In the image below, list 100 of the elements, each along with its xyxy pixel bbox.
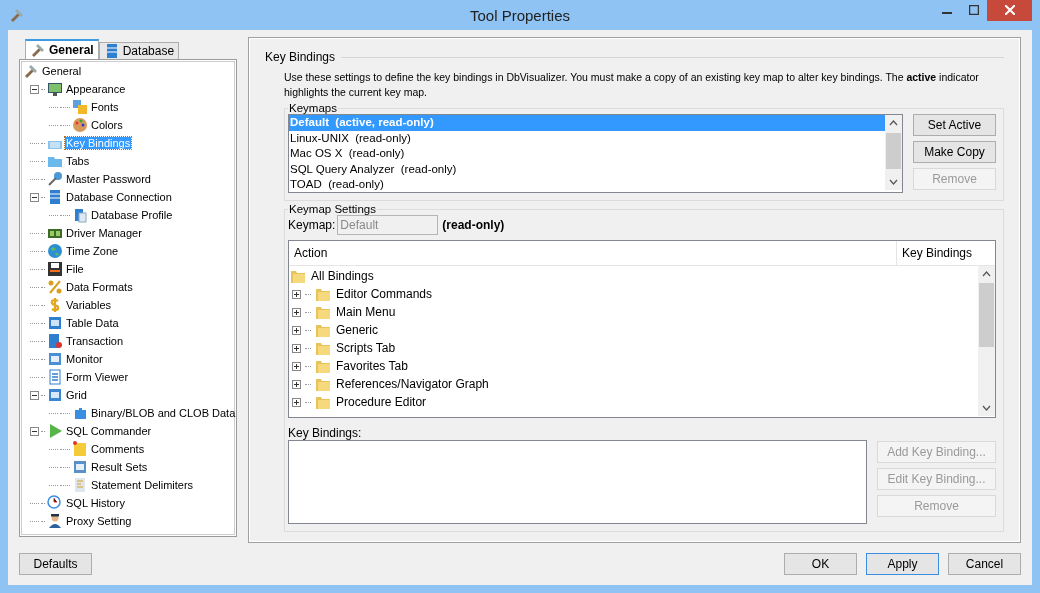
collapse-icon[interactable] xyxy=(30,192,39,202)
list-item[interactable]: Linux-UNIX (read-only) xyxy=(289,130,885,146)
folder-icon xyxy=(315,340,331,356)
list-item[interactable]: TOAD (read-only) xyxy=(289,177,885,192)
tools-icon xyxy=(30,42,46,58)
collapse-icon[interactable] xyxy=(30,390,39,400)
expand-icon[interactable] xyxy=(292,379,301,389)
tab[interactable]: Database xyxy=(98,42,180,59)
tree-item[interactable]: References/Navigator Graph xyxy=(336,377,489,391)
monitor-icon xyxy=(47,81,63,97)
tree-item[interactable]: Grid xyxy=(65,389,88,401)
form-icon xyxy=(47,369,63,385)
tree-item[interactable]: Procedure Editor xyxy=(336,395,427,409)
collapse-icon[interactable] xyxy=(30,426,39,436)
expand-icon[interactable] xyxy=(292,397,301,407)
tree-item[interactable]: All Bindings xyxy=(311,269,374,283)
tree-item[interactable]: Editor Commands xyxy=(336,287,433,301)
expand-icon[interactable] xyxy=(292,325,301,335)
column-header[interactable]: Key Bindings xyxy=(896,241,978,265)
tree-item[interactable]: Main Menu xyxy=(336,305,396,319)
note-icon xyxy=(72,441,88,457)
field-note: (read-only) xyxy=(442,218,505,232)
tools-icon xyxy=(9,7,25,23)
expand-icon[interactable] xyxy=(292,307,301,317)
expand-icon[interactable] xyxy=(292,343,301,353)
database-icon xyxy=(47,333,63,349)
tree-item[interactable]: Generic xyxy=(336,323,379,337)
tree-item[interactable]: Data Formats xyxy=(65,281,134,293)
group-title: Keymap Settings xyxy=(288,203,377,215)
palette-icon xyxy=(72,117,88,133)
tree-item[interactable]: Tabs xyxy=(65,155,91,167)
group-title: Keymaps xyxy=(288,102,338,114)
close-button[interactable] xyxy=(987,0,1032,21)
window-title: Tool Properties xyxy=(469,6,571,24)
scrollbar[interactable] xyxy=(885,115,902,190)
folder-icon xyxy=(290,268,306,284)
dialog-button[interactable]: OK xyxy=(784,553,857,575)
tree-item[interactable]: Proxy Setting xyxy=(65,515,133,527)
column-header[interactable]: Action xyxy=(289,241,896,265)
tree-item[interactable]: Table Data xyxy=(65,317,120,329)
dialog-button[interactable]: Apply xyxy=(866,553,939,575)
folder-icon xyxy=(315,394,331,410)
maximize-icon[interactable] xyxy=(968,5,979,15)
tree-item[interactable]: Master Password xyxy=(65,173,152,185)
play-icon xyxy=(47,423,63,439)
section-title: Key Bindings xyxy=(265,50,336,64)
field-label: Keymap: xyxy=(288,218,336,232)
tree-item[interactable]: Form Viewer xyxy=(65,371,130,383)
tree-item[interactable]: Appearance xyxy=(65,83,127,95)
folder-icon xyxy=(315,304,331,320)
tree-item[interactable]: General xyxy=(41,65,83,77)
globe-icon xyxy=(47,243,63,259)
tab[interactable]: General xyxy=(25,39,99,59)
tree-item[interactable]: Database Connection xyxy=(65,191,173,203)
description-text: Use these settings to define the key bindings in DbVisualizer. You must make a copy of an existing key map to alter key bindings. The active indicator highlights the current key map. xyxy=(284,70,980,100)
list-item[interactable]: SQL Query Analyzer (read-only) xyxy=(289,161,885,177)
person-icon xyxy=(47,513,63,529)
folder-icon xyxy=(315,322,331,338)
tree-item[interactable]: Driver Manager xyxy=(65,227,143,239)
table-icon xyxy=(72,459,88,475)
tree-item[interactable]: SQL History xyxy=(65,497,126,509)
key-icon xyxy=(47,171,63,187)
tree-item[interactable]: Fonts xyxy=(90,101,120,113)
defaults-button[interactable]: Defaults xyxy=(19,553,92,575)
dialog-button[interactable]: Cancel xyxy=(948,553,1021,575)
keymap-button[interactable]: Set Active xyxy=(913,114,996,136)
keymap-button[interactable]: Make Copy xyxy=(913,141,996,163)
list-icon xyxy=(72,477,88,493)
field-label: Key Bindings: xyxy=(288,426,363,440)
tree-item[interactable]: Colors xyxy=(90,119,124,131)
tools-icon xyxy=(23,63,39,79)
list-item[interactable]: Mac OS X (read-only) xyxy=(289,146,885,162)
key-bindings-field[interactable] xyxy=(288,440,867,524)
tree-item[interactable]: Binary/BLOB and CLOB Data xyxy=(90,407,237,419)
close-icon xyxy=(1004,5,1015,15)
tree-item[interactable]: Monitor xyxy=(65,353,104,365)
tree-item[interactable]: Favorites Tab xyxy=(336,359,408,373)
tree-item[interactable]: Database Profile xyxy=(90,209,174,221)
tree-item[interactable]: Time Zone xyxy=(65,245,120,257)
table-icon xyxy=(47,315,63,331)
collapse-icon[interactable] xyxy=(30,84,39,94)
tree-item[interactable]: SQL Commander xyxy=(65,425,153,437)
tree-item[interactable]: Variables xyxy=(65,299,113,311)
tree-item[interactable]: Transaction xyxy=(65,335,125,347)
tree-item[interactable]: Statement Delimiters xyxy=(90,479,195,491)
document-icon xyxy=(72,207,88,223)
tree-item[interactable]: Comments xyxy=(90,443,146,455)
scrollbar[interactable] xyxy=(978,266,995,416)
tree-item[interactable]: Scripts Tab xyxy=(336,341,396,355)
font-icon xyxy=(72,99,88,115)
grid-icon xyxy=(47,387,63,403)
floppy-icon xyxy=(47,261,63,277)
tree-item[interactable]: Result Sets xyxy=(90,461,149,473)
table-icon xyxy=(47,351,63,367)
folder-icon xyxy=(315,358,331,374)
database-icon xyxy=(47,189,63,205)
tree-item[interactable]: File xyxy=(65,263,85,275)
expand-icon[interactable] xyxy=(292,289,301,299)
expand-icon[interactable] xyxy=(292,361,301,371)
folder-icon xyxy=(315,286,331,302)
